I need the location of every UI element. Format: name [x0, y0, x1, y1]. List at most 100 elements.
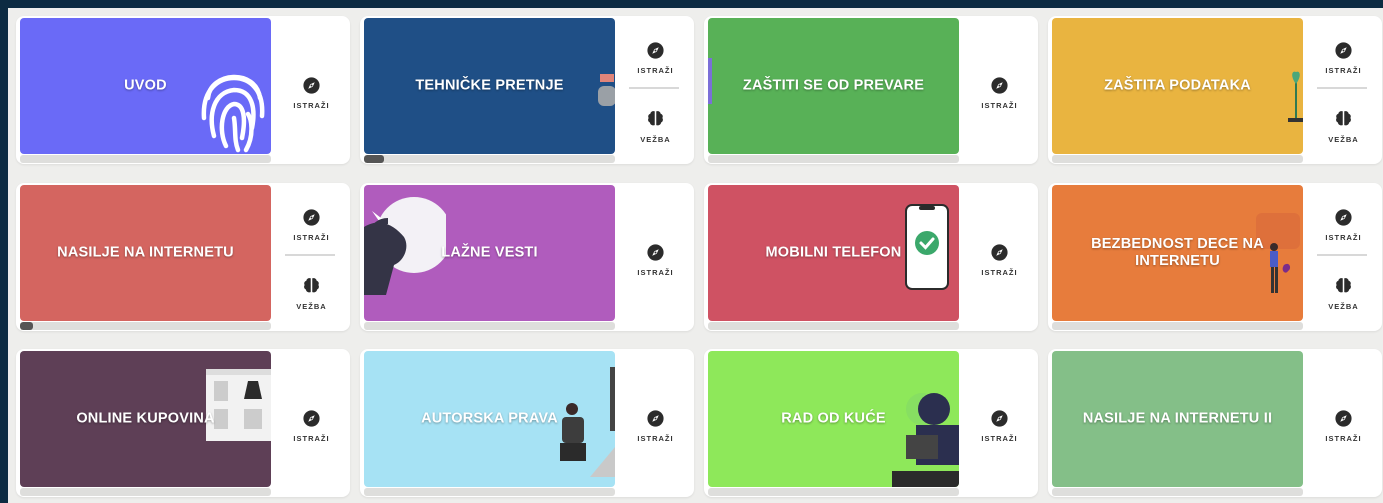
- action-divider: [1317, 87, 1367, 89]
- compass-icon: [273, 410, 350, 427]
- explore-label: ISTRAŽI: [637, 268, 674, 277]
- module-banner[interactable]: NASILJE NA INTERNETU: [20, 185, 271, 321]
- explore-label: ISTRAŽI: [981, 268, 1018, 277]
- module-progress-fill: [20, 322, 33, 330]
- module-banner[interactable]: TEHNIČKE PRETNJE: [364, 18, 615, 154]
- module-title: BEZBEDNOST DECE NA INTERNETU: [1091, 236, 1264, 269]
- module-title: NASILJE NA INTERNETU: [57, 244, 234, 261]
- explore-button[interactable]: ISTRAŽI: [1305, 410, 1382, 443]
- module-card[interactable]: MOBILNI TELEFON ISTRAŽI: [704, 183, 1038, 331]
- module-banner[interactable]: ZAŠTITI SE OD PREVARE: [708, 18, 959, 154]
- explore-button[interactable]: ISTRAŽI: [617, 244, 694, 277]
- module-title: ZAŠTITI SE OD PREVARE: [742, 77, 925, 94]
- module-actions: ISTRAŽI: [273, 349, 350, 497]
- explore-button[interactable]: ISTRAŽI: [617, 410, 694, 443]
- explore-label: ISTRAŽI: [637, 66, 674, 75]
- compass-icon: [617, 410, 694, 427]
- module-card[interactable]: LAŽNE VESTI ISTRAŽI: [360, 183, 694, 331]
- explore-button[interactable]: ISTRAŽI: [961, 410, 1038, 443]
- module-card[interactable]: NASILJE NA INTERNETU ISTRAŽI VEŽBA: [16, 183, 350, 331]
- module-banner[interactable]: UVOD: [20, 18, 271, 154]
- compass-icon: [961, 244, 1038, 261]
- module-progress-fill: [364, 155, 385, 163]
- module-title: ZAŠTITA PODATAKA: [1104, 77, 1251, 94]
- practice-button[interactable]: VEŽBA: [1305, 276, 1382, 311]
- module-card[interactable]: BEZBEDNOST DECE NA INTERNETU ISTRAŽI VEŽBA: [1048, 183, 1382, 331]
- module-banner[interactable]: ZAŠTITA PODATAKA: [1052, 18, 1303, 154]
- explore-label: ISTRAŽI: [293, 101, 330, 110]
- module-title: UVOD: [124, 77, 167, 94]
- explore-button[interactable]: ISTRAŽI: [961, 244, 1038, 277]
- module-actions: ISTRAŽI VEŽBA: [1305, 16, 1382, 164]
- module-actions: ISTRAŽI: [961, 183, 1038, 331]
- module-card[interactable]: NASILJE NA INTERNETU II ISTRAŽI: [1048, 349, 1382, 497]
- compass-icon: [1305, 42, 1382, 59]
- compass-icon: [617, 42, 694, 59]
- module-progress-bar: [364, 488, 615, 496]
- module-banner[interactable]: AUTORSKA PRAVA: [364, 351, 615, 487]
- module-title: ONLINE KUPOVINA: [76, 410, 215, 427]
- module-actions: ISTRAŽI: [961, 16, 1038, 164]
- action-divider: [629, 87, 679, 89]
- module-card[interactable]: ZAŠTITA PODATAKA ISTRAŽI VEŽBA: [1048, 16, 1382, 164]
- module-progress-bar: [1052, 155, 1303, 163]
- brain-icon: [617, 109, 694, 128]
- explore-button[interactable]: ISTRAŽI: [1305, 42, 1382, 75]
- module-card[interactable]: AUTORSKA PRAVA ISTRAŽI: [360, 349, 694, 497]
- practice-button[interactable]: VEŽBA: [1305, 109, 1382, 144]
- module-progress-bar: [364, 155, 615, 163]
- module-progress-bar: [708, 488, 959, 496]
- explore-button[interactable]: ISTRAŽI: [273, 77, 350, 110]
- module-card[interactable]: UVOD ISTRAŽI: [16, 16, 350, 164]
- module-title: NASILJE NA INTERNETU II: [1082, 410, 1273, 427]
- module-banner[interactable]: RAD OD KUĆE: [708, 351, 959, 487]
- module-title: LAŽNE VESTI: [441, 244, 538, 261]
- action-divider: [285, 254, 335, 256]
- module-banner[interactable]: LAŽNE VESTI: [364, 185, 615, 321]
- module-banner[interactable]: NASILJE NA INTERNETU II: [1052, 351, 1303, 487]
- module-actions: ISTRAŽI: [1305, 349, 1382, 497]
- compass-icon: [617, 244, 694, 261]
- practice-label: VEŽBA: [640, 135, 671, 144]
- module-banner[interactable]: MOBILNI TELEFON: [708, 185, 959, 321]
- compass-icon: [1305, 410, 1382, 427]
- explore-button[interactable]: ISTRAŽI: [961, 77, 1038, 110]
- module-card[interactable]: RAD OD KUĆE ISTRAŽI: [704, 349, 1038, 497]
- explore-button[interactable]: ISTRAŽI: [617, 42, 694, 75]
- module-actions: ISTRAŽI: [961, 349, 1038, 497]
- module-title: AUTORSKA PRAVA: [421, 410, 558, 427]
- module-actions: ISTRAŽI VEŽBA: [273, 183, 350, 331]
- module-card[interactable]: TEHNIČKE PRETNJE ISTRAŽI VEŽBA: [360, 16, 694, 164]
- module-banner[interactable]: BEZBEDNOST DECE NA INTERNETU: [1052, 185, 1303, 321]
- module-actions: ISTRAŽI: [617, 349, 694, 497]
- explore-label: ISTRAŽI: [1325, 233, 1362, 242]
- explore-button[interactable]: ISTRAŽI: [273, 410, 350, 443]
- practice-button[interactable]: VEŽBA: [273, 276, 350, 311]
- brain-icon: [273, 276, 350, 295]
- compass-icon: [961, 77, 1038, 94]
- explore-button[interactable]: ISTRAŽI: [273, 209, 350, 242]
- module-card[interactable]: ZAŠTITI SE OD PREVARE ISTRAŽI: [704, 16, 1038, 164]
- practice-label: VEŽBA: [1328, 135, 1359, 144]
- module-progress-bar: [20, 322, 271, 330]
- module-title: RAD OD KUĆE: [781, 410, 886, 427]
- practice-label: VEŽBA: [1328, 302, 1359, 311]
- module-title: TEHNIČKE PRETNJE: [415, 77, 564, 94]
- plant-illustration: [1288, 71, 1303, 122]
- module-progress-bar: [20, 155, 271, 163]
- practice-label: VEŽBA: [296, 302, 327, 311]
- module-progress-bar: [20, 488, 271, 496]
- module-card[interactable]: ONLINE KUPOVINA ISTRAŽI: [16, 349, 350, 497]
- explore-label: ISTRAŽI: [1325, 434, 1362, 443]
- compass-icon: [1305, 209, 1382, 226]
- explore-button[interactable]: ISTRAŽI: [1305, 209, 1382, 242]
- person-computer-illustration: [892, 393, 959, 487]
- brain-icon: [1305, 109, 1382, 128]
- module-banner[interactable]: ONLINE KUPOVINA: [20, 351, 271, 487]
- module-progress-bar: [1052, 322, 1303, 330]
- module-progress-bar: [708, 322, 959, 330]
- module-actions: ISTRAŽI: [617, 183, 694, 331]
- module-progress-bar: [708, 155, 959, 163]
- practice-button[interactable]: VEŽBA: [617, 109, 694, 144]
- shop-window-illustration: [206, 369, 271, 441]
